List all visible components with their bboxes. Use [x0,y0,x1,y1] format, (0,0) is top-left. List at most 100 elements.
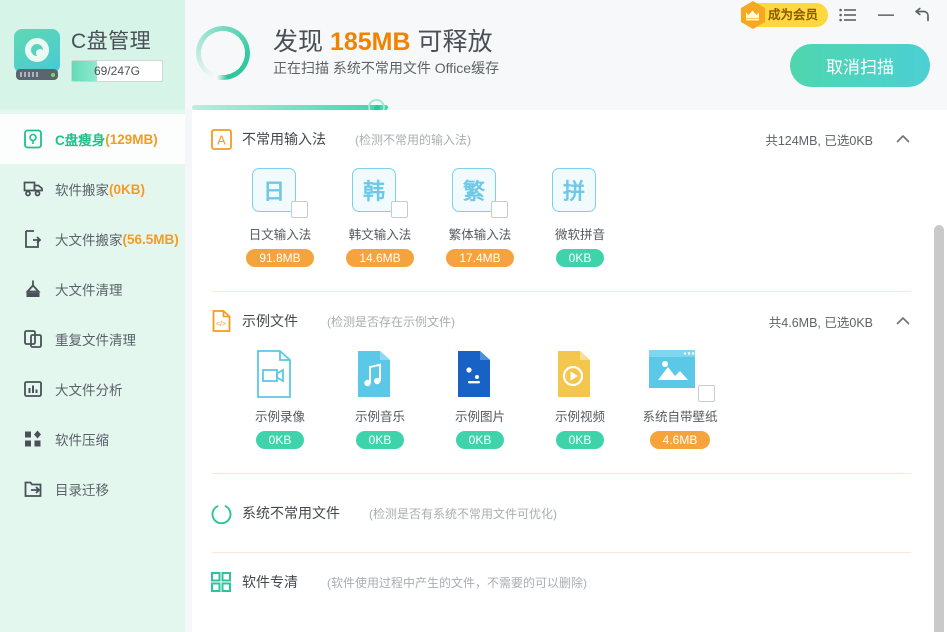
ime-glyph: 日 [252,168,296,212]
ime-glyph: 繁 [452,168,496,212]
sidebar-item-c-slim[interactable]: C盘瘦身(129MB) [0,114,185,164]
item-size-badge: 0KB [256,431,305,449]
section-title: 软件专清 [242,572,298,592]
cancel-scan-label: 取消扫描 [826,53,894,78]
item-name: 繁体输入法 [449,224,512,243]
ime-glyph: 韩 [352,168,396,212]
item-checkbox[interactable] [291,201,308,218]
become-member-button[interactable]: 成为会员 [742,3,828,27]
title-suffix: 可释放 [411,28,493,56]
sidebar-item-directory-migrate[interactable]: 目录迁移 [0,464,185,514]
section-summary: 共124MB, 已选0KB [765,130,873,149]
sidebar-item-bigfile-clean[interactable]: 大文件清理 [0,264,185,314]
scanning-circle-icon [210,502,232,524]
folder-arrow-icon [22,478,44,500]
ime-tile-list: 日 日文输入法 91.8MB 韩 韩文输入法 14.6MB 繁 繁体 [192,168,931,291]
section-desc: (软件使用过程中产生的文件，不需要的可以删除) [327,574,587,591]
sidebar: C盘管理 69/247G C盘瘦身(129MB) 软件搬家(0KB) [0,0,185,632]
sidebar-item-duplicate-clean[interactable]: 重复文件清理 [0,314,185,364]
chevron-up-icon[interactable] [895,131,911,147]
section-title: 不常用输入法 [242,129,326,149]
item-name: 示例音乐 [355,406,405,425]
item-size-badge: 91.8MB [246,249,313,267]
sample-file-tile-list: 示例录像 0KB 示例音乐 0KB 示例图片 0KB [192,350,931,473]
sidebar-item-software-compress[interactable]: 软件压缩 [0,414,185,464]
vertical-scrollbar[interactable] [931,110,947,632]
list-item[interactable]: 繁 繁体输入法 17.4MB [430,168,530,267]
chevron-up-icon[interactable] [895,313,911,329]
sidebar-item-label: 大文件搬家 [55,229,123,249]
sidebar-item-value: (0KB) [109,182,145,197]
list-item[interactable]: 拼 微软拼音 0KB [530,168,630,267]
list-item[interactable]: 日 日文输入法 91.8MB [230,168,330,267]
list-item[interactable]: 示例音乐 0KB [330,350,430,449]
item-name: 示例视频 [555,406,605,425]
scan-status-text: 正在扫描 系统不常用文件 Office缓存 [273,58,499,78]
music-file-icon [352,350,408,398]
sidebar-item-label: 软件搬家 [55,179,109,199]
item-size-badge: 14.6MB [346,249,413,267]
section-header-software-clean[interactable]: 软件专清 (软件使用过程中产生的文件，不需要的可以删除) [192,553,931,611]
ime-glyph: 拼 [552,168,596,212]
ime-japanese-icon: 日 [252,168,308,216]
ime-traditional-icon: 繁 [452,168,508,216]
sidebar-item-software-move[interactable]: 软件搬家(0KB) [0,164,185,214]
section-header-sample-files[interactable]: </> 示例文件 (检测是否存在示例文件) 共4.6MB, 已选0KB [192,292,931,350]
four-squares-icon [210,571,232,593]
item-name: 示例图片 [455,406,505,425]
scrollbar-thumb[interactable] [934,225,944,632]
page-title: C盘管理 [71,29,163,55]
become-member-label: 成为会员 [768,8,818,22]
capacity-bar: 69/247G [71,60,163,82]
sidebar-item-bigfile-move[interactable]: 大文件搬家(56.5MB) [0,214,185,264]
item-checkbox[interactable] [698,385,715,402]
sidebar-nav: C盘瘦身(129MB) 软件搬家(0KB) 大文件搬家(56.5MB) 大文件清… [0,110,185,514]
list-item[interactable]: 韩 韩文输入法 14.6MB [330,168,430,267]
cancel-scan-button[interactable]: 取消扫描 [790,44,930,87]
item-size-badge: 0KB [456,431,505,449]
letter-a-icon: A [210,128,232,150]
app-window: C盘管理 69/247G C盘瘦身(129MB) 软件搬家(0KB) [0,0,947,632]
capacity-label: 69/247G [72,61,162,81]
sidebar-item-label: 目录迁移 [55,479,109,499]
back-arrow-icon[interactable] [909,2,935,28]
section-desc: (检测不常用的输入法) [355,131,471,148]
section-title: 示例文件 [242,311,298,331]
item-name: 韩文输入法 [349,224,412,243]
item-size-badge: 4.6MB [650,431,711,449]
sidebar-item-label: 重复文件清理 [55,329,136,349]
item-name: 系统自带壁纸 [642,406,717,425]
section-summary: 共4.6MB, 已选0KB [769,312,873,331]
item-size-badge: 0KB [356,431,405,449]
item-checkbox[interactable] [391,201,408,218]
list-item[interactable]: 系统自带壁纸 4.6MB [630,350,730,449]
list-item[interactable]: 示例图片 0KB [430,350,530,449]
sidebar-item-label: C盘瘦身 [55,129,105,149]
minimize-icon[interactable] [873,2,899,28]
releasable-amount: 185MB [330,28,411,56]
item-name: 示例录像 [255,406,305,425]
sidebar-item-label: 大文件清理 [55,279,123,299]
truck-icon [22,178,44,200]
item-name: 日文输入法 [249,224,312,243]
item-checkbox[interactable] [491,201,508,218]
section-desc: (检测是否存在示例文件) [327,313,455,330]
loading-spinner-icon [196,26,250,80]
sidebar-item-label: 软件压缩 [55,429,109,449]
list-item[interactable]: 示例录像 0KB [230,350,330,449]
ime-korean-icon: 韩 [352,168,408,216]
magnifier-disk-icon [22,128,44,150]
sidebar-item-bigfile-analysis[interactable]: 大文件分析 [0,364,185,414]
sidebar-item-label: 大文件分析 [55,379,123,399]
section-header-ime[interactable]: A 不常用输入法 (检测不常用的输入法) 共124MB, 已选0KB [192,110,931,168]
sidebar-item-value: (129MB) [105,132,158,147]
ime-pinyin-icon: 拼 [552,168,608,216]
video-file-icon [252,350,308,398]
section-header-system-files[interactable]: 系统不常用文件 (检测是否有系统不常用文件可优化) [192,474,931,552]
list-item[interactable]: 示例视频 0KB [530,350,630,449]
list-menu-icon[interactable] [835,2,861,28]
item-size-badge: 0KB [556,431,605,449]
hard-disk-icon [14,29,60,81]
header: 发现 185MB 可释放 正在扫描 系统不常用文件 Office缓存 成为会员 … [185,0,947,110]
title-prefix: 发现 [273,28,330,56]
